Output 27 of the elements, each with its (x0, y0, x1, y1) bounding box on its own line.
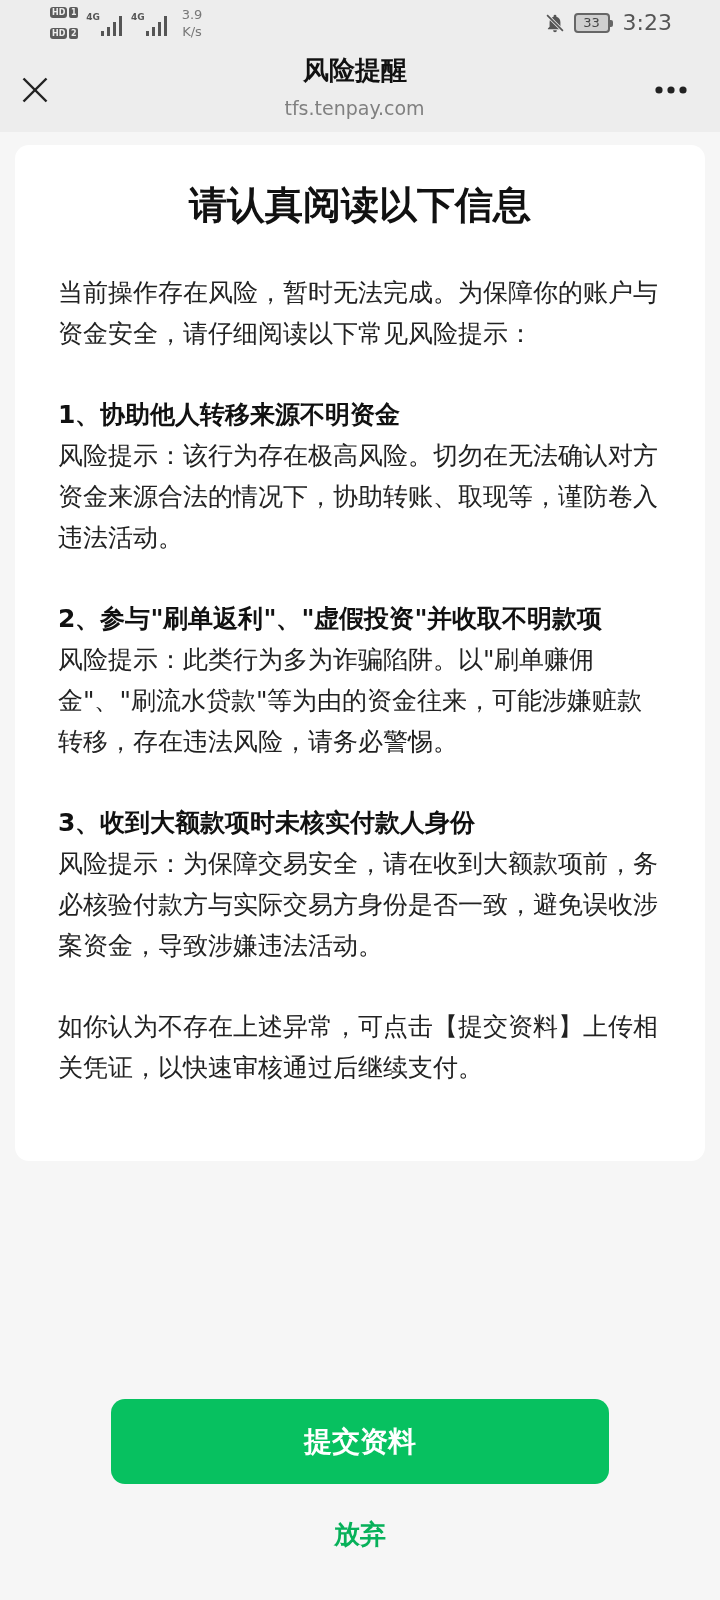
sim-slot-badge: 1 (69, 6, 79, 18)
text-button[interactable]: 放弃 (330, 1516, 390, 1552)
status-time: 3:23 (622, 10, 672, 35)
risk-description: 风险提示：此类行为多为诈骗陷阱。以"刷单赚佣金"、"刷流水贷款"等为由的资金往来，可能涉嫌赃款转移，存在违法风险，请务必警惕。 (58, 644, 644, 758)
signal-icon (101, 15, 123, 36)
primary-button[interactable]: 提交资料 (111, 1399, 609, 1484)
battery-indicator: 33 (573, 12, 610, 33)
close-icon[interactable] (22, 76, 48, 103)
risk-description: 风险提示：该行为存在极高风险。切勿在无法确认对方资金来源合法的情况下，协助转账、取现等，谨防卷入违法活动。 (58, 440, 659, 554)
signal-icon (145, 15, 168, 36)
more-menu-icon[interactable] (655, 85, 687, 94)
network-type-label: 4G (86, 11, 100, 22)
sim-slot-badge: 2 (69, 27, 79, 39)
notice-heading: 请认真阅读以下信息 (187, 182, 532, 229)
network-speed-value: 3.9 (181, 5, 203, 23)
page-title: 风险提醒 (302, 54, 407, 87)
hd-badge: HD (50, 6, 68, 18)
network-speed-unit: K/s (182, 22, 202, 40)
hd-badge: HD (50, 27, 68, 39)
risk-title: 1、协助他人转移来源不明资金 (58, 399, 402, 431)
risk-description: 风险提示：为保障交易安全，请在收到大额款项前，务必核验付款方与实际交易方身份是否一致，避免误收涉案资金，导致涉嫌违法活动。 (58, 848, 659, 962)
closing-paragraph: 如你认为不存在上述异常，可点击【提交资料】上传相关凭证，以快速审核通过后继续支付。 (58, 1011, 659, 1084)
intro-paragraph: 当前操作存在风险，暂时无法完成。为保障你的账户与资金安全，请仔细阅读以下常见风险提示： (58, 277, 659, 350)
risk-title: 3、收到大额款项时未核实付款人身份 (58, 807, 477, 839)
risk-title: 2、参与"刷单返利"、"虚假投资"并收取不明款项 (58, 603, 604, 635)
network-type-label: 4G (131, 11, 145, 22)
page-url: tfs.tenpay.com (284, 96, 425, 120)
